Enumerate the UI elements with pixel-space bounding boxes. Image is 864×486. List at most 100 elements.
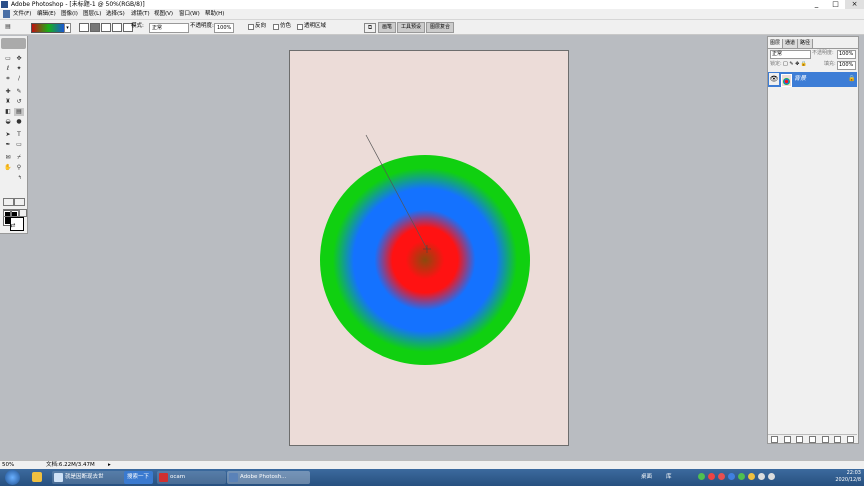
eyedropper-icon[interactable]: ⌿: [14, 154, 24, 162]
crop-icon[interactable]: ⌗: [3, 75, 13, 83]
palette-well-icon[interactable]: ⧉: [364, 23, 376, 33]
standard-mode-icon[interactable]: [3, 198, 14, 206]
eraser-icon[interactable]: ◧: [3, 108, 13, 116]
screen-mode-menu-icon[interactable]: [11, 209, 19, 217]
tab-brushes[interactable]: 画笔: [378, 22, 397, 33]
clock-date: 2020/12/8: [835, 477, 861, 483]
clock[interactable]: 22:03 2020/12/8: [835, 470, 861, 484]
healing-icon[interactable]: ✚: [3, 88, 13, 96]
gradient-tool-icon[interactable]: ▤: [3, 23, 13, 31]
fill-input[interactable]: 100%: [837, 61, 856, 70]
eye-icon[interactable]: 👁: [769, 73, 779, 85]
type-icon[interactable]: T: [14, 131, 24, 139]
adjustment-layer-icon[interactable]: [808, 435, 816, 443]
tab-tool-presets[interactable]: 工具预设: [397, 22, 426, 33]
document-canvas[interactable]: [289, 50, 569, 446]
reflected-gradient-button[interactable]: [112, 23, 122, 32]
new-group-icon[interactable]: [821, 435, 829, 443]
lock-icon: 🔒: [848, 75, 856, 82]
maximize-button[interactable]: □: [826, 0, 845, 9]
status-menu-icon[interactable]: ▸: [108, 462, 111, 469]
transparency-checkbox[interactable]: [297, 24, 303, 30]
quick-mask-icon[interactable]: [14, 198, 25, 206]
layer-style-icon[interactable]: [783, 435, 791, 443]
marquee-icon[interactable]: ▭: [3, 55, 13, 63]
dither-checkbox[interactable]: [273, 24, 279, 30]
blur-icon[interactable]: ◒: [3, 118, 13, 126]
menu-file[interactable]: 文件(F): [13, 10, 31, 18]
angle-gradient-button[interactable]: [101, 23, 111, 32]
mode-select[interactable]: 正常: [149, 23, 189, 33]
tab-layer-comps[interactable]: 图层复合: [426, 22, 455, 33]
menu-layer[interactable]: 图层(L): [83, 10, 101, 18]
jump-to-imageready-icon[interactable]: ⇄: [3, 222, 23, 230]
tray-desktop-label[interactable]: 桌面: [641, 471, 652, 484]
shape-icon[interactable]: ▭: [14, 141, 24, 149]
taskbar: 就是因断现去世 搜索一下 ocam Adobe Photosh... 桌面 库 …: [0, 469, 864, 486]
folder-icon[interactable]: [32, 472, 42, 482]
blend-mode-select[interactable]: 正常: [770, 50, 811, 59]
volume-icon[interactable]: [768, 473, 775, 480]
magic-wand-icon[interactable]: ✦: [14, 65, 24, 73]
tab-channels[interactable]: 通道: [783, 39, 799, 48]
close-button[interactable]: ×: [845, 0, 864, 9]
new-layer-icon[interactable]: [834, 435, 842, 443]
hand-icon[interactable]: ✋: [3, 164, 13, 172]
notes-icon[interactable]: ✉: [3, 154, 13, 162]
tray-icon-5[interactable]: [738, 473, 745, 480]
opacity-input[interactable]: 100%: [214, 23, 234, 33]
path-select-icon[interactable]: ➤: [3, 131, 13, 139]
menu-select[interactable]: 选择(S): [106, 10, 125, 18]
tab-paths[interactable]: 路径: [798, 39, 814, 48]
start-button[interactable]: [5, 470, 20, 485]
gradient-drag-line: [365, 134, 431, 253]
dodge-icon[interactable]: ●: [14, 118, 24, 126]
history-brush-icon[interactable]: ↺: [14, 98, 24, 106]
tray-library-label[interactable]: 库: [666, 471, 672, 484]
linear-gradient-button[interactable]: [79, 23, 89, 32]
pen-icon[interactable]: ✒: [3, 141, 13, 149]
tray-icon-3[interactable]: [718, 473, 725, 480]
taskbar-item-browser[interactable]: 就是因断现去世: [52, 471, 127, 484]
lock-icons[interactable]: □ ✎ ✥ 🔒: [783, 61, 807, 68]
taskbar-item-ocam[interactable]: ocam: [157, 471, 226, 484]
layer-opacity-input[interactable]: 100%: [837, 50, 856, 59]
tray-icon-1[interactable]: [698, 473, 705, 480]
mode-label: 模式:: [131, 23, 144, 29]
toolbox: ▭ ✥ ℓ ✦ ⌗ ∕ ✚ ✎ ♜ ↺ ◧ ▤ ◒ ● ➤ T ✒ ▭ ✉ ⌿ …: [0, 36, 28, 234]
gradient-dropdown-icon[interactable]: ▾: [64, 23, 71, 33]
delete-layer-icon[interactable]: [847, 435, 855, 443]
tray-icon-4[interactable]: [728, 473, 735, 480]
reverse-checkbox[interactable]: [248, 24, 254, 30]
minimize-button[interactable]: _: [807, 0, 826, 9]
zoom-level[interactable]: 50%: [2, 462, 14, 469]
tab-layers[interactable]: 图层: [768, 39, 784, 48]
network-icon[interactable]: [758, 473, 765, 480]
taskbar-item-search[interactable]: 搜索一下: [124, 471, 153, 484]
menu-help[interactable]: 帮助(H): [205, 10, 224, 18]
menu-filter[interactable]: 滤镜(T): [131, 10, 150, 18]
move-icon[interactable]: ✥: [14, 55, 24, 63]
screen-mode-standard-icon[interactable]: [3, 209, 11, 217]
layer-row-background[interactable]: 👁 背景 🔒: [768, 72, 857, 87]
link-layers-icon[interactable]: [770, 435, 778, 443]
gradient-picker[interactable]: [31, 23, 66, 33]
stamp-icon[interactable]: ♜: [3, 98, 13, 106]
taskbar-item-photoshop[interactable]: Adobe Photosh...: [227, 471, 310, 484]
lasso-icon[interactable]: ℓ: [3, 65, 13, 73]
slice-icon[interactable]: ∕: [14, 75, 24, 83]
screen-mode-full-icon[interactable]: [19, 209, 27, 217]
photoshop-logo-icon: [1, 1, 8, 8]
swap-colors-icon[interactable]: ↰: [16, 174, 24, 182]
radial-gradient-button[interactable]: [90, 23, 100, 32]
menu-view[interactable]: 视图(V): [154, 10, 173, 18]
layer-mask-icon[interactable]: [796, 435, 804, 443]
menu-window[interactable]: 窗口(W): [179, 10, 200, 18]
menu-edit[interactable]: 编辑(E): [37, 10, 56, 18]
gradient-icon[interactable]: ▤: [14, 108, 24, 116]
zoom-icon[interactable]: ⚲: [14, 164, 24, 172]
menu-image[interactable]: 图像(I): [61, 10, 78, 18]
tray-icon-2[interactable]: [708, 473, 715, 480]
brush-icon[interactable]: ✎: [14, 88, 24, 96]
tray-icon-6[interactable]: [748, 473, 755, 480]
